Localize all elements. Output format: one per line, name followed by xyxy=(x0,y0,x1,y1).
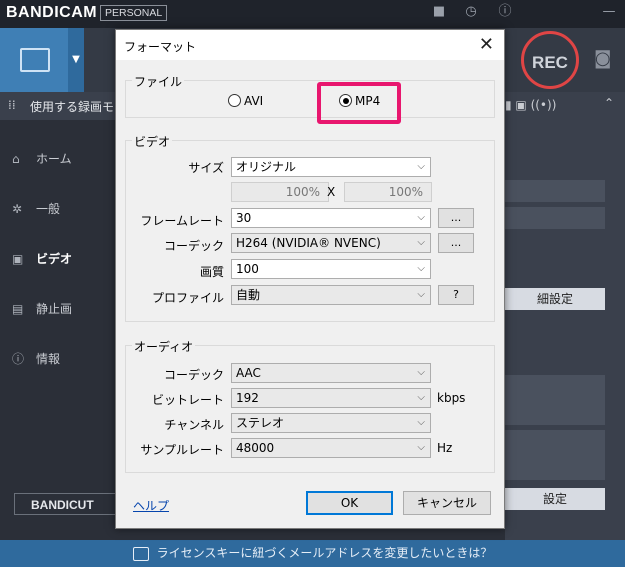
sidebar-item-image[interactable]: ▤ 静止画 xyxy=(12,300,72,317)
window-control-icon[interactable]: — xyxy=(600,3,618,21)
settings-button[interactable]: 設定 xyxy=(505,488,605,510)
fps-select[interactable]: 30 ⌵ xyxy=(231,208,431,228)
panel-row xyxy=(505,180,605,202)
media-icons: ▮ ▣ ((•)) xyxy=(505,98,557,112)
fps-more-button[interactable]: ... xyxy=(438,208,474,228)
help-link[interactable]: ヘルプ xyxy=(133,497,169,514)
sidebar-item-about[interactable]: ⓘ 情報 xyxy=(12,350,60,367)
quality-select[interactable]: 100 ⌵ xyxy=(231,259,431,279)
screen-mode-button[interactable] xyxy=(0,28,68,92)
cancel-button[interactable]: キャンセル xyxy=(403,491,491,515)
close-icon[interactable]: ✕ xyxy=(479,34,494,55)
sidebar-item-video[interactable]: ▣ ビデオ xyxy=(12,250,72,267)
advanced-settings-button[interactable]: 細設定 xyxy=(505,288,605,310)
bitrate-label: ビットレート xyxy=(151,393,224,407)
title-bar: BANDICAM PERSONAL ■ ◷ ⓘ — xyxy=(0,0,625,28)
ok-button[interactable]: OK xyxy=(306,491,393,515)
chevron-down-icon: ⌵ xyxy=(417,289,425,300)
chevron-down-icon: ⌵ xyxy=(417,367,425,378)
sidebar: ⌂ ホーム ✲ 一般 ▣ ビデオ ▤ 静止画 ⓘ 情報 xyxy=(0,120,130,540)
video-codec-select[interactable]: H264 (NVIDIA® NVENC) ⌵ xyxy=(231,233,431,253)
home-icon: ⌂ xyxy=(12,152,20,166)
panel-row xyxy=(505,375,605,425)
radio-avi[interactable]: AVI xyxy=(228,94,263,108)
bandicut-button[interactable]: BANDICUT xyxy=(14,493,126,515)
info-icon[interactable]: ⓘ xyxy=(496,3,514,21)
chevron-down-icon: ⌵ xyxy=(417,263,425,274)
panel-row xyxy=(505,430,605,480)
rec-button[interactable]: REC xyxy=(521,31,579,89)
camera-icon[interactable]: ◙ xyxy=(594,48,611,69)
screen-select-icon xyxy=(20,48,50,72)
profile-help-button[interactable]: ? xyxy=(438,285,474,305)
image-icon: ▤ xyxy=(12,302,24,316)
chevron-down-icon: ⌵ xyxy=(417,237,425,248)
bandicam-window: BANDICAM PERSONAL ■ ◷ ⓘ — ▼ REC ◙ ⁞⁞ 使用す… xyxy=(0,0,625,567)
chevron-down-icon: ⌵ xyxy=(417,392,425,403)
dialog-title-bar: フォーマット ✕ xyxy=(116,30,504,60)
radio-circle xyxy=(228,94,241,107)
size-label: サイズ xyxy=(188,161,224,175)
height-percent-field[interactable]: 100% xyxy=(344,182,432,202)
bitrate-select[interactable]: 192 ⌵ xyxy=(231,388,431,408)
sample-rate-select[interactable]: 48000 ⌵ xyxy=(231,438,431,458)
panel-row xyxy=(505,207,605,229)
channel-label: チャンネル xyxy=(164,418,224,432)
edition-badge: PERSONAL xyxy=(100,5,168,21)
chevron-down-icon: ⌵ xyxy=(417,442,425,453)
audio-group-label: オーディオ xyxy=(132,338,196,355)
chevron-down-icon: ⌵ xyxy=(417,161,425,172)
video-codec-label: コーデック xyxy=(163,239,224,253)
chevron-down-icon: ⌵ xyxy=(417,212,425,223)
bitrate-unit: kbps xyxy=(437,391,466,405)
video-group-label: ビデオ xyxy=(132,133,173,150)
about-icon: ⓘ xyxy=(12,352,25,366)
audio-codec-label: コーデック xyxy=(163,368,224,382)
clock-icon[interactable]: ◷ xyxy=(462,3,480,21)
folder-icon[interactable]: ■ xyxy=(430,3,448,21)
format-dialog: フォーマット ✕ ファイル AVI MP4 ビデオ サイズ オリジナル ⌵ 100… xyxy=(115,29,505,529)
size-select[interactable]: オリジナル ⌵ xyxy=(231,157,431,177)
sidebar-item-general[interactable]: ✲ 一般 xyxy=(12,200,60,217)
size-separator: X xyxy=(327,185,336,199)
audio-codec-select[interactable]: AAC ⌵ xyxy=(231,363,431,383)
collapse-icon[interactable]: ⌃ xyxy=(604,96,614,110)
gear-icon: ✲ xyxy=(12,202,23,216)
width-percent-field[interactable]: 100% xyxy=(231,182,329,202)
profile-label: プロファイル xyxy=(151,291,224,305)
channel-select[interactable]: ステレオ ⌵ xyxy=(231,413,431,433)
status-bar[interactable]: ライセンスキーに紐づくメールアドレスを変更したいときは？ xyxy=(0,540,625,567)
grid-icon: ⁞⁞ xyxy=(8,98,16,112)
fps-label: フレームレート xyxy=(140,214,224,228)
chevron-down-icon[interactable]: ▼ xyxy=(68,28,84,92)
brand-logo: BANDICAM xyxy=(6,4,98,21)
radio-circle-selected xyxy=(339,94,352,107)
sidebar-item-home[interactable]: ⌂ ホーム xyxy=(12,150,72,167)
sample-rate-label: サンプルレート xyxy=(140,443,224,457)
quality-label: 画質 xyxy=(199,265,224,279)
codec-more-button[interactable]: ... xyxy=(438,233,474,253)
chat-icon xyxy=(132,546,149,561)
radio-mp4[interactable]: MP4 xyxy=(339,94,380,108)
chevron-down-icon: ⌵ xyxy=(417,417,425,428)
mode-label: 使用する録画モー xyxy=(30,100,127,114)
profile-select[interactable]: 自動 ⌵ xyxy=(231,285,431,305)
dialog-title: フォーマット xyxy=(124,40,197,54)
file-group-label: ファイル xyxy=(132,73,185,90)
sample-rate-unit: Hz xyxy=(437,441,453,455)
video-icon: ▣ xyxy=(12,252,24,266)
